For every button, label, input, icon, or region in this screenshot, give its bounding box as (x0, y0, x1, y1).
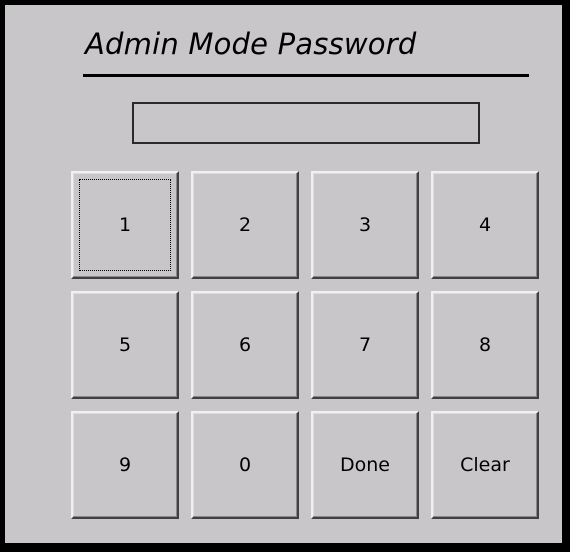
keypad: 1 2 3 4 5 6 7 8 9 0 Done Clear (71, 171, 539, 519)
key-7-button[interactable]: 7 (311, 291, 419, 399)
clear-button[interactable]: Clear (431, 411, 539, 519)
key-8-button[interactable]: 8 (431, 291, 539, 399)
title-underline (83, 74, 529, 77)
password-input[interactable] (132, 102, 480, 144)
key-2-button[interactable]: 2 (191, 171, 299, 279)
key-3-button[interactable]: 3 (311, 171, 419, 279)
key-5-button[interactable]: 5 (71, 291, 179, 399)
key-9-button[interactable]: 9 (71, 411, 179, 519)
key-0-button[interactable]: 0 (191, 411, 299, 519)
key-1-button[interactable]: 1 (71, 171, 179, 279)
admin-password-dialog: Admin Mode Password 1 2 3 4 5 6 7 8 9 0 … (0, 0, 570, 552)
key-4-button[interactable]: 4 (431, 171, 539, 279)
dialog-title: Admin Mode Password (85, 27, 417, 61)
done-button[interactable]: Done (311, 411, 419, 519)
key-6-button[interactable]: 6 (191, 291, 299, 399)
